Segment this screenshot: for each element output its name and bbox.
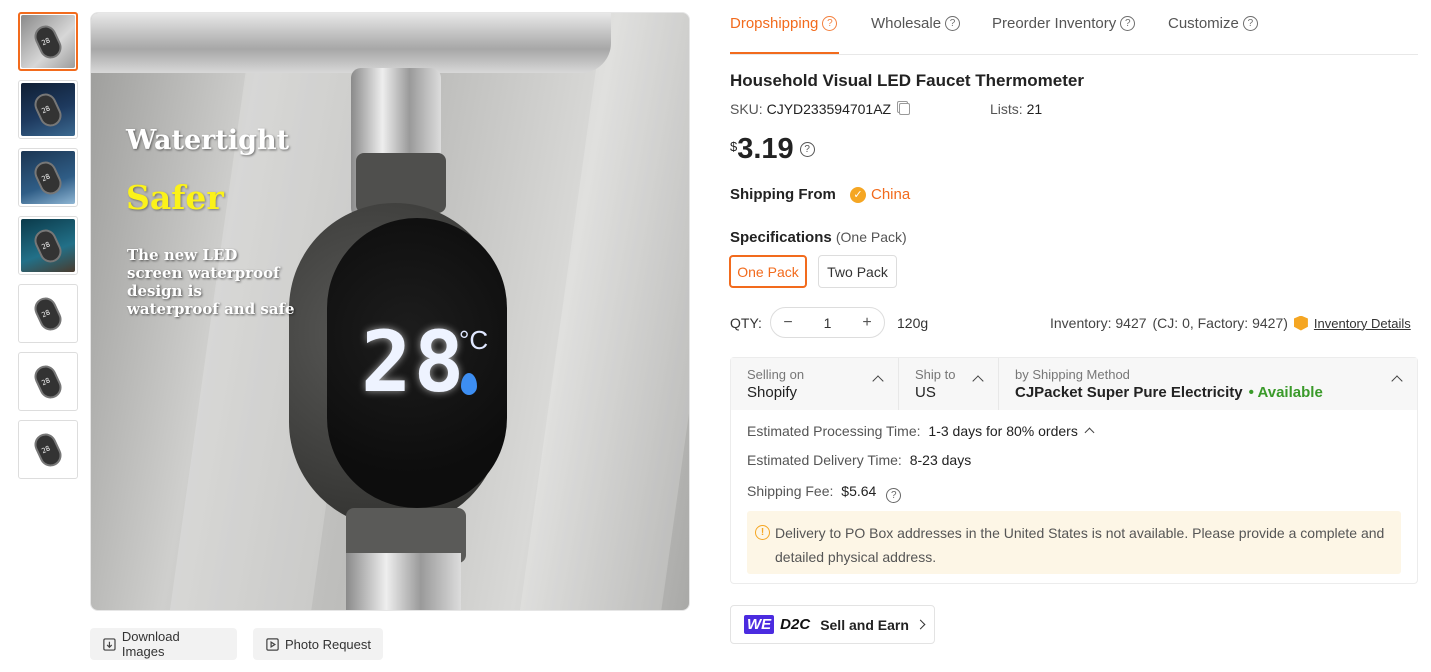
help-icon[interactable]: ? bbox=[1120, 16, 1136, 31]
tab-label: Dropshipping bbox=[730, 15, 819, 32]
shipping-method-label: by Shipping Method bbox=[1015, 367, 1130, 382]
spec-option-two-pack[interactable]: Two Pack bbox=[818, 255, 897, 288]
notice-text: Delivery to PO Box addresses in the Unit… bbox=[775, 525, 1385, 565]
lcd-unit: °C bbox=[459, 325, 489, 355]
chevron-right-icon bbox=[915, 619, 926, 630]
sku-label: SKU: bbox=[730, 101, 763, 117]
sku-value: CJYD233594701AZ bbox=[766, 101, 892, 117]
lists-label: Lists: bbox=[990, 101, 1023, 117]
quantity-label: QTY: bbox=[730, 315, 762, 331]
lists-value: 21 bbox=[1026, 101, 1043, 117]
selling-on-value: Shopify bbox=[747, 384, 798, 401]
we-badge: WE bbox=[744, 615, 775, 634]
increment-button[interactable]: + bbox=[858, 314, 876, 332]
download-images-label: Download Images bbox=[121, 629, 180, 659]
fee-label: Shipping Fee: bbox=[747, 483, 834, 499]
sku: SKU: CJYD233594701AZ bbox=[730, 101, 910, 117]
product-title: Household Visual LED Faucet Thermometer bbox=[730, 71, 1084, 90]
delivery-value: 8-23 days bbox=[909, 452, 972, 468]
price: $ 3.19 ? bbox=[730, 133, 815, 166]
d2c-sell-and-earn-button[interactable]: WE D2C Sell and Earn bbox=[730, 605, 935, 644]
inventory-breakdown: (CJ: 0, Factory: 9427) bbox=[1152, 315, 1288, 331]
availability-status: • Available bbox=[1248, 384, 1323, 401]
selling-on-selector[interactable]: Selling on Shopify bbox=[731, 358, 899, 410]
thumbnail-6[interactable] bbox=[18, 352, 78, 411]
download-images-button[interactable]: Download Images bbox=[90, 628, 237, 660]
ship-to-value: US bbox=[915, 384, 936, 401]
ship-to-selector[interactable]: Ship to US bbox=[899, 358, 999, 410]
shipping-from-option[interactable]: ✓ China bbox=[850, 186, 910, 203]
help-icon[interactable]: ? bbox=[822, 16, 838, 31]
lcd-value: 28 bbox=[361, 313, 467, 411]
quantity-stepper: − 1 + bbox=[770, 307, 885, 338]
processing-label: Estimated Processing Time: bbox=[747, 423, 921, 439]
lists-count: Lists: 21 bbox=[990, 101, 1042, 117]
shipping-from-label: Shipping From bbox=[730, 186, 836, 203]
delivery-time: Estimated Delivery Time: 8-23 days bbox=[747, 452, 971, 468]
shipping-method-value: CJPacket Super Pure Electricity bbox=[1015, 384, 1243, 401]
shipping-from-value: China bbox=[871, 186, 911, 203]
inventory-info: Inventory: 9427 (CJ: 0, Factory: 9427) I… bbox=[1050, 315, 1411, 331]
thumbnail-list bbox=[18, 12, 78, 488]
tab-label: Preorder Inventory bbox=[992, 15, 1117, 32]
tab-label: Wholesale bbox=[871, 15, 942, 32]
help-icon[interactable]: ? bbox=[945, 16, 961, 31]
faucet bbox=[91, 13, 611, 73]
check-icon: ✓ bbox=[850, 186, 866, 203]
decrement-button[interactable]: − bbox=[779, 314, 797, 332]
download-icon bbox=[103, 637, 116, 651]
tab-customize[interactable]: Customize ? bbox=[1168, 15, 1258, 32]
price-currency: $ bbox=[730, 139, 738, 154]
quantity-value[interactable]: 1 bbox=[824, 315, 832, 331]
help-icon[interactable]: ? bbox=[886, 488, 902, 503]
po-box-notice: ! Delivery to PO Box addresses in the Un… bbox=[747, 511, 1401, 574]
tab-preorder-inventory[interactable]: Preorder Inventory ? bbox=[992, 15, 1136, 32]
photo-request-label: Photo Request bbox=[285, 636, 372, 652]
wall-texture bbox=[512, 13, 689, 610]
main-product-image: 28 °C Watertight Safer The new LED scree… bbox=[90, 12, 690, 611]
warning-icon: ! bbox=[755, 525, 770, 540]
purchase-mode-tabs: Dropshipping ? Wholesale ? Preorder Inve… bbox=[730, 0, 1418, 55]
chevron-up-icon[interactable] bbox=[1084, 427, 1095, 438]
thumbnail-3[interactable] bbox=[18, 148, 78, 207]
shipping-fee: Shipping Fee: $5.64 ? bbox=[747, 483, 902, 503]
tab-label: Customize bbox=[1168, 15, 1239, 32]
processing-value: 1-3 days for 80% orders bbox=[928, 423, 1078, 439]
delivery-label: Estimated Delivery Time: bbox=[747, 452, 902, 468]
thumbnail-2[interactable] bbox=[18, 80, 78, 139]
active-tab-indicator bbox=[730, 52, 839, 54]
hose-pipe bbox=[346, 553, 461, 610]
photo-request-button[interactable]: Photo Request bbox=[253, 628, 383, 660]
thumbnail-1[interactable] bbox=[18, 12, 78, 71]
shipping-method-selector[interactable]: by Shipping Method CJPacket Super Pure E… bbox=[999, 358, 1417, 410]
thumbnail-7[interactable] bbox=[18, 420, 78, 479]
price-amount: 3.19 bbox=[737, 133, 794, 165]
help-icon[interactable]: ? bbox=[1242, 16, 1258, 31]
tab-dropshipping[interactable]: Dropshipping ? bbox=[730, 15, 838, 32]
water-drop-icon bbox=[461, 373, 477, 395]
overlay-title: Watertight bbox=[126, 125, 290, 156]
fee-value: $5.64 bbox=[841, 483, 877, 499]
photo-request-icon bbox=[266, 637, 279, 651]
overlay-description: The new LED screen waterproof design is … bbox=[127, 246, 295, 318]
shipping-panel: Selling on Shopify Ship to US by Shippin… bbox=[730, 357, 1418, 584]
specifications-label: Specifications (One Pack) bbox=[730, 229, 907, 246]
shipping-header: Selling on Shopify Ship to US by Shippin… bbox=[731, 358, 1417, 410]
thumbnail-4[interactable] bbox=[18, 216, 78, 275]
spec-option-one-pack[interactable]: One Pack bbox=[729, 255, 807, 288]
inventory-details-link[interactable]: Inventory Details bbox=[1314, 316, 1411, 331]
ship-to-label: Ship to bbox=[915, 367, 956, 382]
processing-time: Estimated Processing Time: 1-3 days for … bbox=[747, 423, 1095, 439]
d2c-tag: D2C bbox=[780, 616, 811, 633]
thumbnail-5[interactable] bbox=[18, 284, 78, 343]
specifications-selected: (One Pack) bbox=[835, 229, 907, 245]
copy-icon[interactable] bbox=[899, 103, 910, 115]
product-weight: 120g bbox=[897, 315, 929, 331]
overlay-highlight: Safer bbox=[126, 178, 224, 217]
d2c-label: Sell and Earn bbox=[820, 616, 909, 633]
tab-wholesale[interactable]: Wholesale ? bbox=[871, 15, 961, 32]
inventory-total: Inventory: 9427 bbox=[1050, 315, 1147, 331]
inventory-shield-icon bbox=[1293, 315, 1308, 331]
help-icon[interactable]: ? bbox=[799, 142, 815, 157]
